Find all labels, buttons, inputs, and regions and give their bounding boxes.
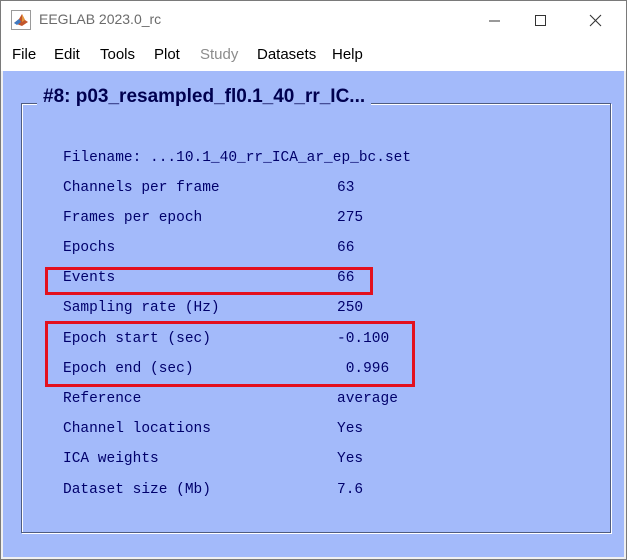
filename-row: Filename: ...10.1_40_rr_ICA_ar_ep_bc.set	[3, 147, 624, 169]
maximize-icon	[535, 15, 546, 26]
info-row-epochs: Epochs 66	[3, 237, 624, 259]
menu-help[interactable]: Help	[332, 46, 363, 63]
info-row-events: Events 66	[3, 267, 624, 289]
info-label: Events	[63, 270, 116, 286]
info-label: Channels per frame	[63, 180, 220, 196]
maximize-button[interactable]	[518, 1, 564, 39]
info-label: Channel locations	[63, 421, 211, 437]
info-label: Frames per epoch	[63, 210, 203, 226]
dataset-info-area: #8: p03_resampled_fl0.1_40_rr_IC... File…	[3, 71, 624, 557]
info-value: 250	[337, 300, 364, 316]
info-value: 66	[337, 270, 355, 286]
menu-plot[interactable]: Plot	[154, 46, 180, 63]
menu-study: Study	[200, 46, 239, 63]
info-label: Sampling rate (Hz)	[63, 300, 220, 316]
close-button[interactable]	[573, 1, 619, 39]
info-row-sampling-rate: Sampling rate (Hz) 250	[3, 297, 624, 319]
info-value: 0.996	[337, 361, 390, 377]
info-value: Yes	[337, 451, 364, 467]
title-bar[interactable]: EEGLAB 2023.0_rc	[1, 1, 626, 39]
info-label: Epoch end (sec)	[63, 361, 194, 377]
minimize-icon	[489, 20, 500, 22]
matlab-icon	[11, 10, 31, 30]
info-value: 275	[337, 210, 364, 226]
info-value: average	[337, 391, 398, 407]
info-row-epoch-end: Epoch end (sec) 0.996	[3, 358, 624, 380]
menu-edit[interactable]: Edit	[54, 46, 80, 63]
menu-tools[interactable]: Tools	[100, 46, 135, 63]
info-label: Epoch start (sec)	[63, 331, 211, 347]
info-row-dataset-size: Dataset size (Mb) 7.6	[3, 479, 624, 501]
info-value: 66	[337, 240, 355, 256]
info-label: Epochs	[63, 240, 116, 256]
menu-file[interactable]: File	[12, 46, 36, 63]
info-label: Reference	[63, 391, 142, 407]
info-row-epoch-start: Epoch start (sec) -0.100	[3, 328, 624, 350]
window-title: EEGLAB 2023.0_rc	[39, 11, 162, 27]
close-icon	[589, 14, 602, 27]
filename-text: Filename: ...10.1_40_rr_ICA_ar_ep_bc.set	[63, 150, 412, 166]
info-value: -0.100	[337, 331, 390, 347]
info-value: Yes	[337, 421, 364, 437]
minimize-button[interactable]	[472, 1, 518, 39]
info-value: 63	[337, 180, 355, 196]
info-value: 7.6	[337, 482, 364, 498]
info-row-channel-locations: Channel locations Yes	[3, 418, 624, 440]
info-label: ICA weights	[63, 451, 159, 467]
info-row-channels: Channels per frame 63	[3, 177, 624, 199]
info-row-ica-weights: ICA weights Yes	[3, 448, 624, 470]
info-label: Dataset size (Mb)	[63, 482, 211, 498]
menu-bar: File Edit Tools Plot Study Datasets Help	[1, 39, 626, 71]
info-row-reference: Reference average	[3, 388, 624, 410]
dataset-title: #8: p03_resampled_fl0.1_40_rr_IC...	[37, 84, 372, 110]
info-row-frames: Frames per epoch 275	[3, 207, 624, 229]
eeglab-window: EEGLAB 2023.0_rc File Edit Tools Plot St…	[0, 0, 627, 560]
menu-datasets[interactable]: Datasets	[257, 46, 316, 63]
